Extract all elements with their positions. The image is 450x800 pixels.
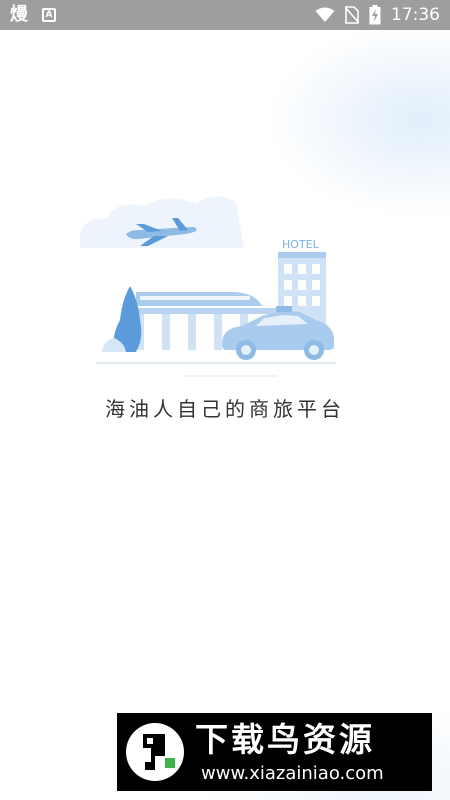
a-badge-icon: A [42,8,56,22]
slogan-text: 海油人自己的商旅平台 [105,397,345,421]
battery-charging-icon [369,5,381,25]
bird-logo-icon [126,723,184,781]
watermark-banner: 下载鸟资源 www.xiazainiao.com [117,713,432,791]
status-bar: 熳 A 17:36 [0,0,450,30]
app-notification-icon: 熳 [10,4,28,25]
cloud-illustration [80,196,244,248]
wifi-icon [315,7,335,22]
watermark-title: 下载鸟资源 [195,720,375,759]
watermark-url: www.xiazainiao.com [201,763,384,784]
clock-time: 17:36 [391,5,440,25]
no-sim-icon [345,6,359,24]
travel-illustration: HOTEL [80,196,336,377]
hotel-sign: HOTEL [282,238,320,251]
